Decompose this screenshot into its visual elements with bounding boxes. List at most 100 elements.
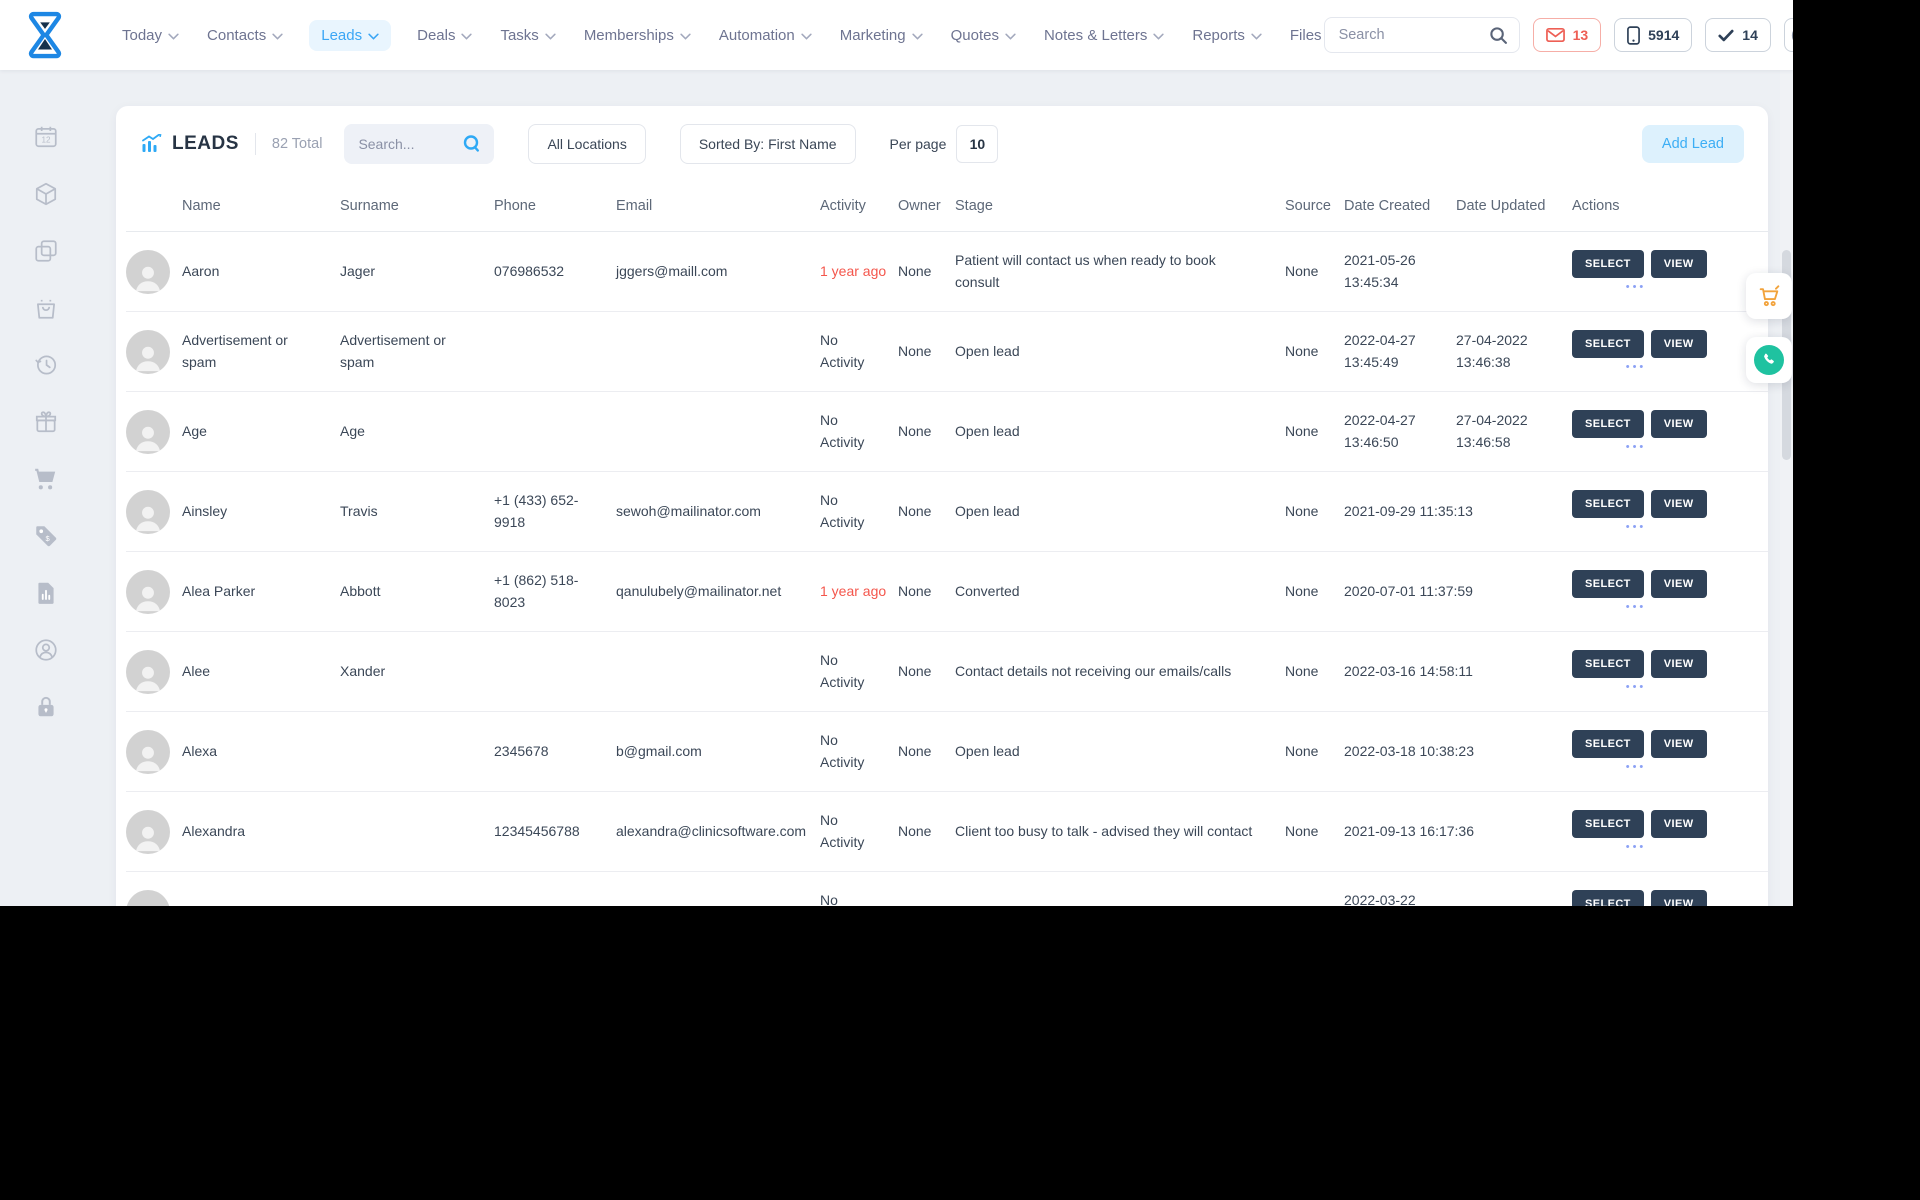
cell-phone: +1 (862) 518- 8023 bbox=[494, 571, 579, 610]
report-icon[interactable] bbox=[33, 580, 59, 606]
tasks-badge[interactable]: 14 bbox=[1705, 18, 1771, 52]
more-actions-button[interactable]: ••• bbox=[1572, 282, 1700, 293]
nav-item-automation[interactable]: Automation bbox=[717, 20, 814, 51]
top-bar-right: 13 5914 14 ? LONDON SUPPORT bbox=[1323, 13, 1793, 57]
more-actions-button[interactable]: ••• bbox=[1572, 522, 1700, 533]
cell-owner: None bbox=[898, 422, 932, 439]
nav-item-reports[interactable]: Reports bbox=[1190, 20, 1264, 51]
view-button[interactable]: VIEW bbox=[1650, 410, 1707, 438]
more-actions-button[interactable]: ••• bbox=[1572, 762, 1700, 773]
more-actions-button[interactable]: ••• bbox=[1572, 682, 1700, 693]
view-button[interactable]: VIEW bbox=[1650, 890, 1707, 906]
cart-icon[interactable] bbox=[33, 466, 59, 492]
table-row: Age Age No Activity None Open lead None … bbox=[126, 392, 1768, 472]
more-actions-button[interactable]: ••• bbox=[1572, 442, 1700, 453]
cell-stage: Open lead bbox=[955, 742, 1020, 759]
chevron-down-icon bbox=[801, 33, 812, 40]
lead-avatar bbox=[126, 329, 170, 374]
package-icon[interactable] bbox=[33, 181, 59, 207]
cell-stage: Does not wish to be contacted - JUNK bbox=[955, 901, 1285, 906]
person-icon bbox=[135, 826, 161, 851]
account-icon[interactable] bbox=[33, 637, 59, 663]
mail-badge[interactable]: 13 bbox=[1532, 18, 1602, 52]
cell-name: Age bbox=[182, 422, 207, 439]
gift-icon[interactable] bbox=[33, 409, 59, 435]
view-button[interactable]: VIEW bbox=[1650, 730, 1707, 758]
cell-name: Alexa bbox=[182, 742, 218, 759]
lead-avatar bbox=[126, 649, 170, 694]
view-button[interactable]: VIEW bbox=[1650, 250, 1707, 278]
cell-owner: None bbox=[898, 582, 932, 599]
search-icon[interactable] bbox=[1489, 26, 1508, 45]
cell-date-created: 2022-03-22 13:05:38 bbox=[1344, 891, 1416, 906]
chevron-down-icon bbox=[461, 33, 473, 40]
select-button[interactable]: SELECT bbox=[1572, 810, 1644, 838]
nav-item-deals[interactable]: Deals bbox=[415, 20, 474, 51]
phone-floating-button[interactable] bbox=[1746, 337, 1792, 383]
view-button[interactable]: VIEW bbox=[1650, 650, 1707, 678]
lock-icon[interactable] bbox=[33, 694, 59, 720]
cell-surname: Xander bbox=[340, 662, 386, 679]
app-logo-hourglass[interactable] bbox=[22, 7, 68, 63]
cell-stage: Converted bbox=[955, 582, 1020, 599]
select-button[interactable]: SELECT bbox=[1572, 730, 1644, 758]
help-button[interactable]: ? bbox=[1783, 18, 1793, 52]
chevron-down-icon bbox=[1251, 33, 1262, 40]
mail-count: 13 bbox=[1572, 27, 1589, 43]
more-actions-button[interactable]: ••• bbox=[1572, 362, 1700, 373]
select-button[interactable]: SELECT bbox=[1572, 650, 1644, 678]
shopping-bag-icon[interactable] bbox=[33, 295, 59, 321]
per-page-value[interactable]: 10 bbox=[956, 125, 999, 163]
select-button[interactable]: SELECT bbox=[1572, 490, 1644, 518]
nav-item-contacts[interactable]: Contacts bbox=[205, 20, 285, 51]
chevron-down-icon bbox=[911, 33, 923, 40]
copy-icon[interactable] bbox=[33, 238, 59, 264]
table-row: Alea Parker Abbott +1 (862) 518- 8023 qa… bbox=[126, 552, 1768, 632]
nav-item-files[interactable]: Files bbox=[1288, 20, 1324, 51]
global-search-input[interactable] bbox=[1338, 27, 1489, 43]
view-button[interactable]: VIEW bbox=[1650, 810, 1707, 838]
nav-label: Files bbox=[1289, 26, 1322, 44]
view-button[interactable]: VIEW bbox=[1650, 490, 1707, 518]
nav-item-memberships[interactable]: Memberships bbox=[582, 20, 693, 51]
add-lead-button[interactable]: Add Lead bbox=[1641, 125, 1744, 163]
select-button[interactable]: SELECT bbox=[1572, 570, 1644, 598]
cart-floating-button[interactable] bbox=[1746, 273, 1792, 319]
search-icon[interactable] bbox=[462, 134, 482, 154]
table-row: Alexandra 12345456788 alexandra@clinicso… bbox=[126, 792, 1768, 872]
nav-label: Tasks bbox=[500, 26, 539, 44]
table-row: Advertisement or spam Advertisement or s… bbox=[126, 312, 1768, 392]
history-icon[interactable] bbox=[33, 352, 59, 378]
nav-item-marketing[interactable]: Marketing bbox=[838, 20, 925, 51]
leads-search-input[interactable] bbox=[358, 136, 463, 152]
select-button[interactable]: SELECT bbox=[1572, 890, 1644, 906]
select-button[interactable]: SELECT bbox=[1572, 250, 1644, 278]
cell-email: sewoh@mailinator.com bbox=[616, 502, 761, 519]
nav-item-tasks[interactable]: Tasks bbox=[498, 20, 557, 51]
nav-item-today[interactable]: Today bbox=[120, 20, 181, 51]
cell-date-updated: 27-04-2022 13:46:38 bbox=[1456, 331, 1528, 370]
envelope-icon bbox=[1545, 27, 1565, 43]
more-actions-button[interactable]: ••• bbox=[1572, 602, 1700, 613]
phone-badge[interactable]: 5914 bbox=[1614, 18, 1693, 52]
nav-item-leads[interactable]: Leads bbox=[309, 19, 392, 51]
column-header: Actions bbox=[1572, 197, 1620, 214]
table-row: Alexandra 123456789 alexandra@clinicsoft… bbox=[126, 872, 1768, 906]
more-actions-button[interactable]: ••• bbox=[1572, 842, 1700, 853]
chevron-down-icon bbox=[272, 33, 283, 40]
nav-label: Deals bbox=[417, 26, 456, 44]
leads-search bbox=[344, 124, 495, 164]
price-tag-icon[interactable]: $ bbox=[33, 523, 59, 549]
phone-circle bbox=[1754, 345, 1784, 375]
select-button[interactable]: SELECT bbox=[1572, 330, 1644, 358]
select-button[interactable]: SELECT bbox=[1572, 410, 1644, 438]
cell-activity: No Activity bbox=[820, 731, 865, 770]
sort-filter[interactable]: Sorted By: First Name bbox=[679, 124, 856, 164]
lead-avatar bbox=[126, 569, 170, 614]
calendar-icon[interactable]: 12 bbox=[33, 124, 59, 150]
location-filter[interactable]: All Locations bbox=[528, 124, 646, 164]
nav-item-quotes[interactable]: Quotes bbox=[949, 20, 1018, 51]
view-button[interactable]: VIEW bbox=[1650, 570, 1707, 598]
nav-item-notes-letters[interactable]: Notes & Letters bbox=[1042, 20, 1166, 51]
view-button[interactable]: VIEW bbox=[1650, 330, 1707, 358]
